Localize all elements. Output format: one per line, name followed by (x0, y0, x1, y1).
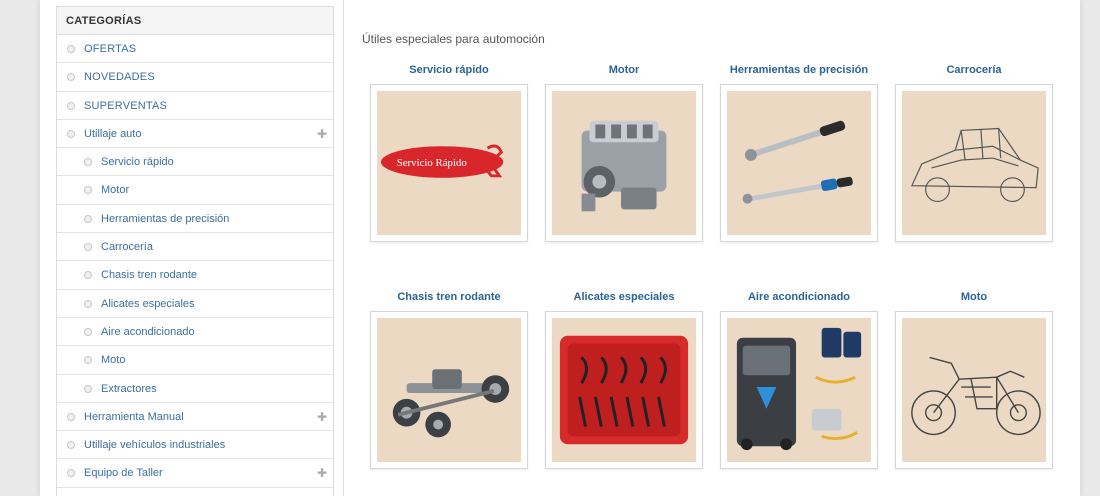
sidebar-item-herramientas-de-precisión[interactable]: Herramientas de precisión (57, 205, 333, 234)
category-card[interactable]: Motor (543, 62, 705, 262)
category-title-link[interactable]: Carrocería (893, 62, 1055, 78)
bullet-icon (67, 469, 75, 478)
category-card[interactable]: Chasis tren rodante (368, 289, 530, 489)
bullet-icon (84, 243, 92, 252)
expand-plus-icon[interactable]: ✚ (317, 403, 327, 431)
sidebar-item-label: Extractores (101, 382, 157, 395)
motorcycle-icon (902, 318, 1046, 462)
sidebar-item-motor[interactable]: Motor (57, 176, 333, 205)
category-title-link[interactable]: Chasis tren rodante (368, 289, 530, 305)
categories-sidebar: CATEGORÍAS OFERTAS NOVEDADES SUPERVENTAS Ut… (56, 6, 334, 496)
category-card[interactable]: Aire acondicionado (718, 289, 880, 489)
bullet-icon (84, 356, 92, 365)
bullet-icon (84, 299, 92, 308)
category-thumbnail[interactable]: Servicio Rápido (370, 84, 528, 242)
sidebar-item-label: Motor (101, 184, 130, 197)
pliers-case-icon (552, 318, 696, 462)
torque-wrench-icon (727, 91, 871, 235)
sidebar-item-herramienta-manual[interactable]: Herramienta Manual ✚ (57, 403, 333, 432)
bullet-icon (67, 45, 75, 53)
category-thumbnail[interactable] (720, 311, 878, 469)
sidebar-item-label: Chasis tren rodante (101, 269, 197, 282)
intro-text: Útiles especiales para automoción (362, 32, 545, 46)
sidebar-item-carrocería[interactable]: Carrocería (57, 233, 333, 262)
chassis-icon (377, 318, 521, 462)
category-card[interactable]: Servicio rápido Servicio Rápido (368, 62, 530, 262)
sidebar-item-label: Herramienta Manual (84, 410, 184, 423)
bullet-icon (84, 186, 92, 195)
category-card[interactable]: Herramientas de precisión (718, 62, 880, 262)
bullet-icon (84, 327, 92, 336)
sidebar-item-alicates-especiales[interactable]: Alicates especiales (57, 290, 333, 318)
expand-plus-icon[interactable]: ✚ (317, 120, 327, 148)
main-content: Útiles especiales para automoción Servic… (343, 0, 1079, 496)
sidebar-item-label: Equipo de Taller (84, 467, 163, 480)
car-body-icon (902, 91, 1046, 235)
sidebar-item-label: OFERTAS (84, 43, 137, 55)
bullet-icon (84, 158, 92, 167)
category-thumbnail[interactable] (545, 84, 703, 242)
category-card[interactable]: Alicates especiales (543, 289, 705, 489)
category-title-link[interactable]: Motor (543, 62, 705, 78)
sidebar-item-servicio-rápido[interactable]: Servicio rápido (57, 148, 333, 177)
sidebar-item-moto[interactable]: Moto (57, 346, 333, 375)
sidebar-item-label: NOVEDADES (84, 71, 155, 84)
sidebar-item-equipo-de-taller[interactable]: Equipo de Taller ✚ (57, 459, 333, 488)
sidebar-title: CATEGORÍAS (57, 7, 333, 35)
sidebar-item-utillaje-vehículos-industriales[interactable]: Utillaje vehículos industriales (57, 431, 333, 460)
sidebar-item-utillaje-auto[interactable]: Utillaje auto ✚ (57, 120, 333, 149)
sidebar-item-label: Servicio rápido (101, 156, 174, 169)
category-thumbnail[interactable] (545, 311, 703, 469)
bullet-icon (67, 101, 75, 110)
bullet-icon (84, 271, 92, 280)
sidebar-item-novedades[interactable]: NOVEDADES (57, 63, 333, 92)
category-card[interactable]: Carrocería (893, 62, 1055, 262)
sidebar-item-label: Aire acondicionado (101, 325, 195, 338)
category-title-link[interactable]: Moto (893, 289, 1055, 305)
sidebar-item-label: Carrocería (101, 241, 153, 254)
category-thumbnail[interactable] (370, 311, 528, 469)
bullet-icon (67, 73, 75, 82)
category-title-link[interactable]: Servicio rápido (368, 62, 530, 78)
sidebar-item-superventas[interactable]: SUPERVENTAS (57, 92, 333, 120)
logo-text: Servicio Rápido (397, 157, 467, 169)
category-title-link[interactable]: Aire acondicionado (718, 289, 880, 305)
sidebar-item-label: Moto (101, 354, 126, 367)
ac-machine-icon (727, 318, 871, 462)
category-card[interactable]: Moto (893, 289, 1055, 489)
category-thumbnail[interactable] (720, 84, 878, 242)
bullet-icon (84, 384, 92, 393)
sidebar-item-aire-acondicionado[interactable]: Aire acondicionado (57, 318, 333, 347)
category-thumbnail[interactable] (895, 311, 1053, 469)
category-title-link[interactable]: Herramientas de precisión (718, 62, 880, 78)
bullet-icon (84, 214, 92, 223)
sidebar-item-extractores[interactable]: Extractores (57, 375, 333, 403)
bullet-icon (67, 441, 75, 450)
sidebar-item-label: Utillaje vehículos industriales (84, 439, 226, 452)
bullet-icon (67, 129, 75, 138)
sidebar-item-chasis-tren-rodante[interactable]: Chasis tren rodante (57, 261, 333, 290)
bullet-icon (67, 412, 75, 421)
expand-plus-icon[interactable]: ✚ (317, 459, 327, 487)
sidebar-item-label: Utillaje auto (84, 127, 142, 140)
engine-icon (552, 91, 696, 235)
sidebar-item-label: Alicates especiales (101, 297, 195, 310)
sidebar-item-label: SUPERVENTAS (84, 99, 168, 112)
category-title-link[interactable]: Alicates especiales (543, 289, 705, 305)
sidebar-item-ofertas[interactable]: OFERTAS (57, 35, 333, 64)
category-list: OFERTAS NOVEDADES SUPERVENTAS Utillaje auto… (57, 35, 333, 488)
category-thumbnail[interactable] (895, 84, 1053, 242)
servicio-rapido-logo-icon: Servicio Rápido (377, 91, 521, 235)
sidebar-item-label: Herramientas de precisión (101, 212, 230, 225)
